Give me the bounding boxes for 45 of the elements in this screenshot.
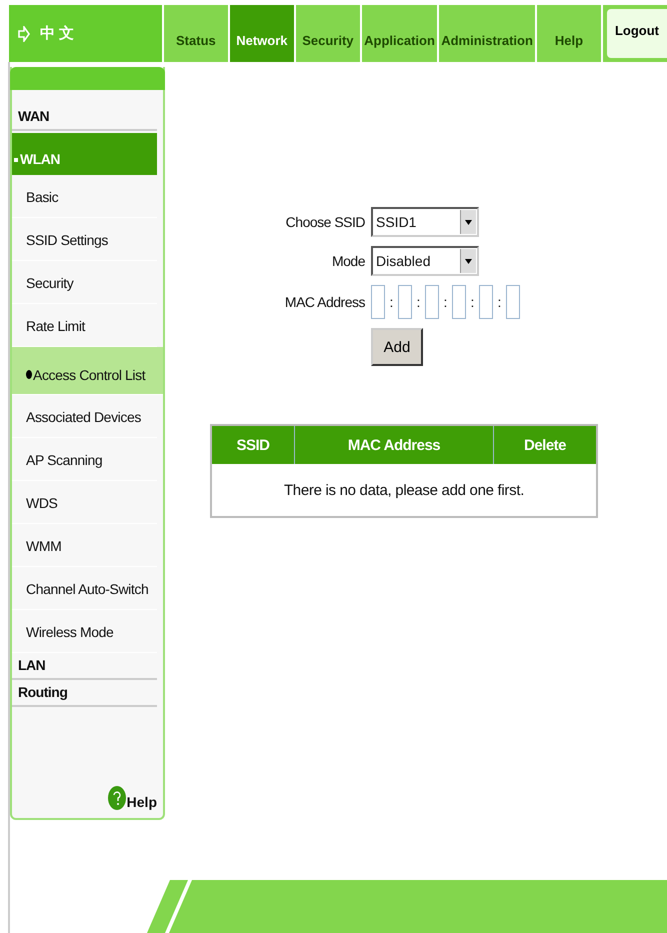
empty-message: There is no data, please add one first. xyxy=(211,464,597,517)
column-header: SSID xyxy=(211,425,294,464)
add-button[interactable]: Add xyxy=(371,328,423,366)
sidebar-section[interactable]: LAN xyxy=(12,653,157,680)
mac-octet-field[interactable] xyxy=(452,285,466,319)
logout-button[interactable]: Logout xyxy=(606,9,667,58)
sidebar-item[interactable]: Associated Devices xyxy=(12,395,157,438)
mac-octet-field[interactable] xyxy=(506,285,520,319)
nav-tab[interactable]: Help xyxy=(536,5,601,62)
sidebar-section[interactable]: Routing xyxy=(12,680,157,707)
separator-text: : xyxy=(442,294,448,310)
separator-text: : xyxy=(496,294,502,310)
sidebar-item[interactable]: Basic xyxy=(12,175,157,218)
nav-tab[interactable]: Administration xyxy=(439,5,535,62)
field-label: MAC Address xyxy=(284,294,365,310)
nav-tab[interactable]: Application xyxy=(362,5,438,62)
separator-text: : xyxy=(416,294,422,310)
help-link[interactable]: Help xyxy=(126,794,157,810)
separator-text: : xyxy=(388,294,394,310)
sidebar-section[interactable]: WAN xyxy=(12,104,157,131)
sidebar-item[interactable]: Access Control List xyxy=(12,347,163,395)
mac-octet-field[interactable] xyxy=(398,285,412,319)
sidebar-item[interactable]: WMM xyxy=(12,524,157,567)
nav-tab[interactable]: Security xyxy=(296,5,360,62)
sidebar-item[interactable]: WDS xyxy=(12,481,157,524)
sidebar-item[interactable]: AP Scanning xyxy=(12,438,157,481)
dropdown-arrow-icon xyxy=(465,220,472,224)
ssid-dropdown[interactable]: SSID1 xyxy=(371,207,479,237)
sidebar-item[interactable]: SSID Settings xyxy=(12,218,157,261)
mac-octet-field[interactable] xyxy=(479,285,493,319)
dropdown-arrow-icon xyxy=(465,258,472,264)
sidebar-item[interactable]: Channel Auto-Switch xyxy=(12,567,157,610)
mac-octet-field[interactable] xyxy=(371,285,385,319)
help-icon[interactable] xyxy=(108,786,126,810)
sidebar-item[interactable]: Wireless Mode xyxy=(12,610,157,653)
separator-text: : xyxy=(470,294,476,310)
column-header: MAC Address xyxy=(294,425,494,464)
sidebar-item[interactable]: Security xyxy=(12,261,157,304)
field-label: Mode xyxy=(330,253,365,269)
arrow-right-icon[interactable] xyxy=(18,26,30,42)
mac-octet-field[interactable] xyxy=(425,285,439,319)
nav-tab[interactable]: Status xyxy=(164,5,228,62)
column-header: Delete xyxy=(494,425,597,464)
field-label: Choose SSID xyxy=(284,214,365,230)
mode-dropdown[interactable]: Disabled xyxy=(371,246,479,276)
